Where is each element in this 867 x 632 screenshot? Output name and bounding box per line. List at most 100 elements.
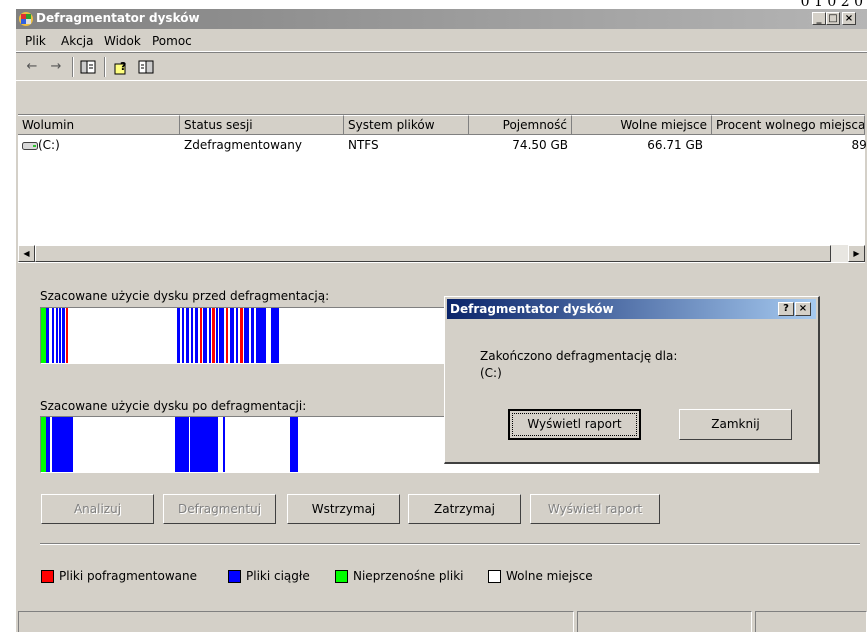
legend-label-contiguous: Pliki ciągłe — [246, 569, 310, 583]
window-title: Defragmentator dysków — [36, 11, 200, 25]
cluster-block — [244, 308, 249, 363]
cell-status: Zdefragmentowany — [184, 138, 302, 152]
legend-swatch-contiguous — [228, 570, 241, 583]
dialog-view-report-button[interactable]: Wyświetl raport — [508, 409, 641, 440]
legend-swatch-unmovable — [335, 570, 348, 583]
cell-percent-free: 89 % — [851, 138, 867, 152]
dialog-message-line1: Zakończono defragmentację dla: — [480, 349, 678, 363]
toolbar-separator — [104, 57, 106, 77]
cell-capacity: 74.50 GB — [512, 138, 568, 152]
cluster-block — [56, 308, 58, 363]
col-header-filesystem[interactable]: System plików — [344, 115, 469, 135]
cluster-block — [216, 308, 218, 363]
menu-akcja[interactable]: Akcja — [61, 34, 93, 48]
scroll-right-arrow-icon[interactable]: ▶ — [848, 245, 865, 262]
cluster-block — [209, 308, 211, 363]
status-panel-3 — [755, 611, 867, 632]
dialog-message-line2: (C:) — [480, 366, 502, 380]
col-header-status[interactable]: Status sesji — [180, 115, 344, 135]
cell-volume: (C:) — [38, 138, 60, 152]
cluster-block — [175, 417, 189, 472]
cluster-block — [182, 308, 184, 363]
toolbar: ← → ? — [16, 52, 867, 81]
pause-button[interactable]: Wstrzymaj — [287, 494, 400, 524]
cluster-block — [290, 417, 298, 472]
stop-button[interactable]: Zatrzymaj — [408, 494, 521, 524]
scroll-left-arrow-icon[interactable]: ◀ — [18, 245, 35, 262]
dialog-close-button[interactable]: × — [795, 302, 811, 316]
defrag-app-icon — [19, 12, 33, 26]
cluster-block — [223, 417, 225, 472]
menu-widok[interactable]: Widok — [104, 34, 141, 48]
dialog-close-button-main[interactable]: Zamknij — [679, 409, 792, 440]
horizontal-scrollbar[interactable]: ◀ ▶ — [18, 245, 865, 262]
before-defrag-label: Szacowane użycie dysku przed defragmenta… — [40, 289, 330, 303]
cluster-block — [203, 308, 207, 363]
dialog-title-bar[interactable]: Defragmentator dysków ? × — [447, 299, 816, 319]
back-arrow-icon[interactable]: ← — [24, 59, 40, 75]
minimize-button[interactable]: _ — [812, 12, 826, 25]
show-pane-icon[interactable] — [138, 59, 154, 75]
status-bar — [16, 608, 867, 632]
dialog-title: Defragmentator dysków — [450, 302, 614, 316]
menu-plik[interactable]: Plik — [25, 34, 46, 48]
cluster-block — [240, 308, 243, 363]
menu-pomoc[interactable]: Pomoc — [152, 34, 192, 48]
svg-text:?: ? — [120, 60, 126, 73]
cluster-block — [177, 308, 180, 363]
cluster-block — [52, 417, 73, 472]
close-icon: × — [798, 303, 808, 314]
cluster-block — [256, 308, 266, 363]
analyze-button[interactable]: Analizuj — [41, 494, 154, 524]
col-header-capacity[interactable]: Pojemność — [469, 115, 572, 135]
maximize-icon: □ — [828, 13, 838, 24]
properties-pane-icon[interactable] — [80, 59, 96, 75]
divider — [40, 543, 860, 545]
help-question-icon: ? — [783, 303, 789, 314]
help-icon[interactable]: ? — [114, 59, 130, 75]
col-header-percent-free[interactable]: Procent wolnego miejsca — [712, 115, 865, 135]
legend-label-fragmented: Pliki pofragmentowane — [59, 569, 197, 583]
dialog-help-button[interactable]: ? — [778, 302, 794, 316]
cluster-block — [190, 417, 218, 472]
maximize-button[interactable]: □ — [826, 12, 840, 25]
title-bar[interactable]: Defragmentator dysków _ □ × — [16, 9, 867, 29]
col-header-free-space[interactable]: Wolne miejsce — [572, 115, 712, 135]
completion-dialog: Defragmentator dysków ? × Zakończono def… — [444, 296, 820, 464]
cluster-block — [251, 308, 254, 363]
cell-filesystem: NTFS — [348, 138, 379, 152]
cluster-block — [236, 308, 238, 363]
col-header-volume[interactable]: Wolumin — [18, 115, 180, 135]
close-icon: × — [844, 13, 854, 24]
cluster-block — [186, 308, 189, 363]
minimize-icon: _ — [816, 13, 822, 24]
view-report-button[interactable]: Wyświetl raport — [530, 494, 660, 524]
cluster-block — [271, 308, 279, 363]
cluster-block — [219, 308, 224, 363]
legend-label-unmovable: Nieprzenośne pliki — [353, 569, 464, 583]
cluster-block — [59, 308, 61, 363]
volume-list[interactable]: Wolumin Status sesji System plików Pojem… — [18, 114, 867, 263]
after-defrag-label: Szacowane użycie dysku po defragmentacji… — [40, 399, 307, 413]
toolbar-separator — [72, 57, 74, 77]
cluster-block — [195, 308, 198, 363]
cluster-block — [46, 308, 49, 363]
cluster-block — [66, 308, 68, 363]
cluster-block — [212, 308, 215, 363]
status-panel-2 — [577, 611, 752, 632]
legend-swatch-fragmented — [41, 570, 54, 583]
scroll-thumb[interactable] — [35, 245, 831, 262]
menu-bar: Plik Akcja Widok Pomoc — [16, 29, 867, 52]
legend-label-free: Wolne miejsce — [506, 569, 593, 583]
cell-free-space: 66.71 GB — [647, 138, 703, 152]
dialog-close-label: Zamknij — [711, 417, 760, 431]
cluster-block — [226, 308, 228, 363]
defragment-button[interactable]: Defragmentuj — [163, 494, 276, 524]
cluster-block — [46, 417, 50, 472]
close-button[interactable]: × — [842, 12, 856, 25]
forward-arrow-icon[interactable]: → — [48, 59, 64, 75]
dialog-view-report-label: Wyświetl raport — [527, 417, 622, 431]
hard-drive-icon — [22, 142, 38, 150]
status-panel-main — [18, 611, 574, 632]
legend-swatch-free — [488, 570, 501, 583]
